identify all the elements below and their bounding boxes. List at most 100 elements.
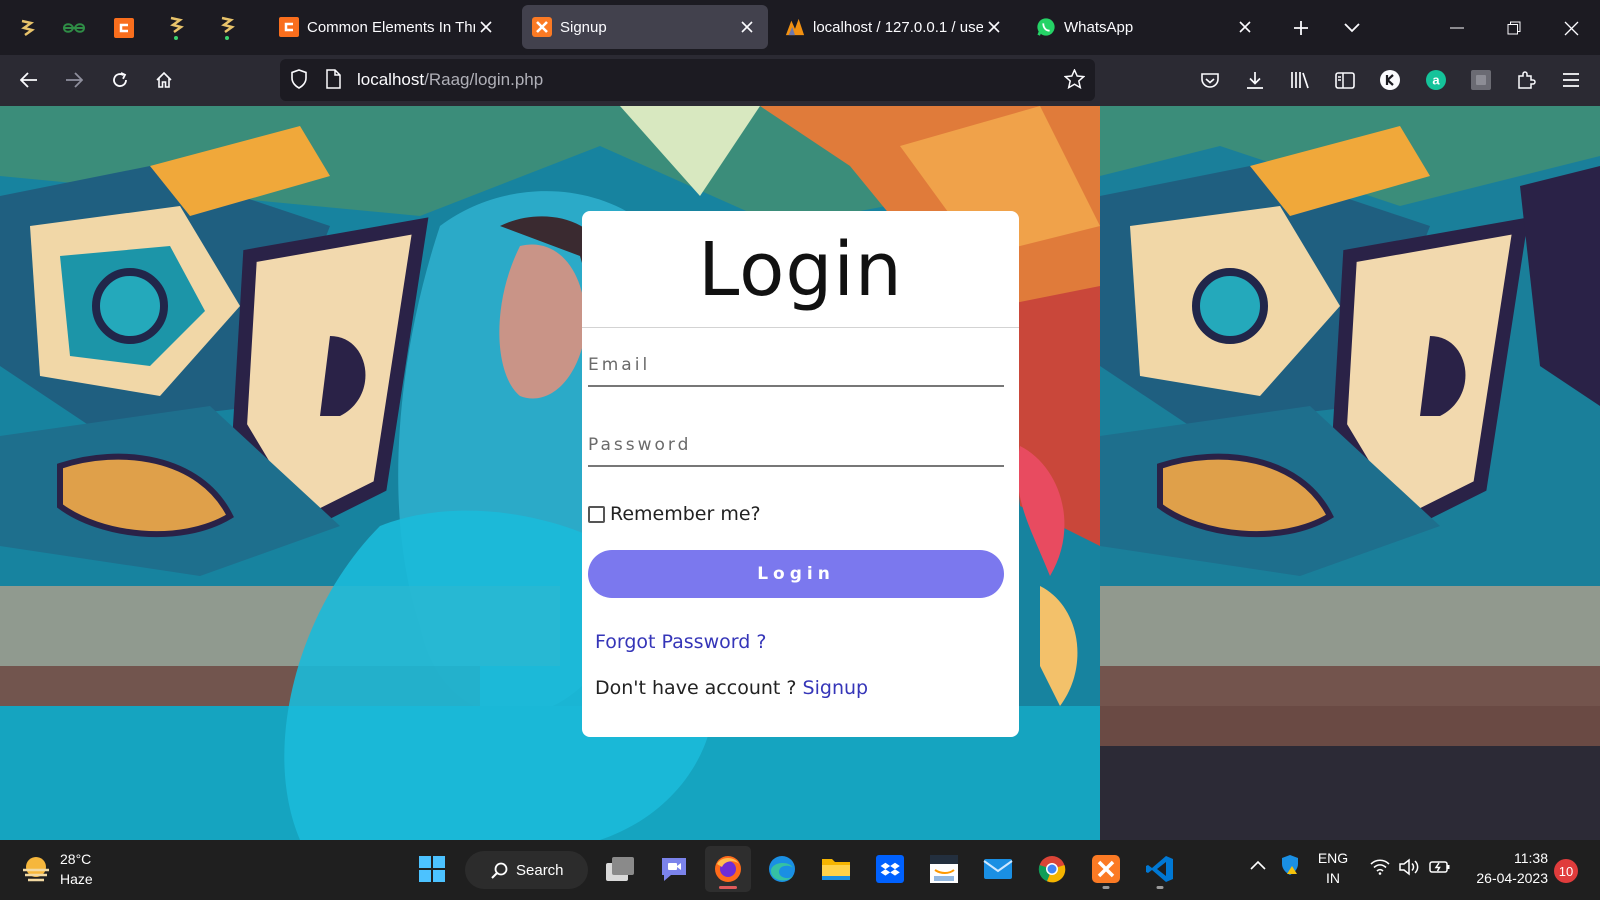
taskbar-vscode[interactable]	[1137, 846, 1183, 892]
password-input[interactable]	[588, 425, 1004, 467]
page-content: Login Remember me? Login Forgot Password…	[0, 106, 1600, 840]
taskbar-dropbox[interactable]	[867, 846, 913, 892]
close-tab-icon[interactable]	[475, 16, 497, 38]
active-indicator	[719, 886, 737, 889]
taskbar-search[interactable]: Search	[465, 851, 588, 889]
tab-title: Signup	[560, 18, 607, 36]
taskbar-chrome[interactable]	[1029, 846, 1075, 892]
restore-icon	[1507, 21, 1521, 35]
taskbar-file-explorer[interactable]	[813, 846, 859, 892]
extension-button[interactable]	[1462, 61, 1500, 99]
pinned-tab-gfg[interactable]	[56, 10, 92, 46]
windows-taskbar: 28°C Haze Search ENG IN 11:38 26-04-2023…	[0, 840, 1600, 900]
geeksforgeeks-logo-icon	[62, 23, 86, 33]
back-button[interactable]	[10, 61, 48, 99]
grammar-extension-button[interactable]: a	[1417, 61, 1455, 99]
haze-sun-icon	[23, 857, 49, 882]
close-tab-icon[interactable]	[1234, 16, 1256, 38]
login-button[interactable]: Login	[588, 550, 1004, 598]
library-button[interactable]	[1281, 61, 1319, 99]
folder-icon	[822, 859, 850, 880]
taskbar-firefox[interactable]	[705, 846, 751, 892]
security-shield-icon[interactable]	[1280, 854, 1300, 876]
home-button[interactable]	[145, 61, 183, 99]
close-icon	[1564, 21, 1578, 35]
tracking-protection-shield-icon[interactable]	[290, 69, 308, 89]
xampp-icon	[1092, 855, 1120, 883]
new-tab-button[interactable]	[1281, 8, 1321, 48]
email-input[interactable]	[588, 345, 1004, 387]
graffiti-background-image	[1100, 106, 1600, 840]
reload-button[interactable]	[101, 61, 139, 99]
a-extension-icon: a	[1426, 70, 1446, 90]
taskbar-mail[interactable]	[975, 846, 1021, 892]
k-avatar-icon	[1380, 70, 1400, 90]
running-indicator	[1102, 886, 1110, 889]
input-language-indicator[interactable]: ENG IN	[1316, 848, 1350, 888]
sidebar-icon	[1335, 71, 1355, 89]
bookmark-star-icon[interactable]	[1064, 69, 1085, 89]
taskbar-teams-chat[interactable]	[651, 846, 697, 892]
taskbar-task-view[interactable]	[597, 846, 643, 892]
amazon-icon	[930, 855, 958, 883]
url-text[interactable]: localhost/Raag/login.php	[357, 70, 543, 90]
close-tab-icon[interactable]	[736, 16, 758, 38]
pocket-button[interactable]	[1191, 61, 1229, 99]
restore-button[interactable]	[1494, 8, 1534, 48]
library-icon	[1291, 72, 1309, 89]
title-divider	[582, 327, 1019, 328]
volume-icon[interactable]	[1399, 858, 1421, 876]
battery-charging-icon[interactable]	[1429, 859, 1451, 875]
downloads-button[interactable]	[1236, 61, 1274, 99]
whatsapp-icon	[1036, 17, 1056, 37]
tab-strip: Common Elements In Three Signup localhos…	[0, 0, 1600, 55]
address-bar[interactable]: localhost/Raag/login.php	[280, 59, 1095, 101]
pinned-tab-codecademy[interactable]	[106, 10, 142, 46]
remember-me-checkbox[interactable]	[588, 505, 605, 523]
forgot-password-link[interactable]: Forgot Password ?	[595, 631, 766, 653]
close-tab-icon[interactable]	[983, 16, 1005, 38]
tab-whatsapp[interactable]: WhatsApp	[1026, 5, 1266, 49]
reload-icon	[113, 72, 127, 87]
system-clock[interactable]: 11:38 26-04-2023	[1466, 848, 1548, 888]
minimize-button[interactable]	[1437, 8, 1477, 48]
pinned-tab-geeksforgeeks-2[interactable]	[158, 10, 194, 46]
sidebar-button[interactable]	[1326, 61, 1364, 99]
account-extension-button[interactable]	[1371, 61, 1409, 99]
tab-phpmyadmin[interactable]: localhost / 127.0.0.1 / users	[775, 5, 1015, 49]
login-card: Login Remember me? Login Forgot Password…	[582, 211, 1019, 737]
show-hidden-icons-chevron-up-icon[interactable]	[1250, 860, 1266, 870]
geeksforgeeks-icon	[21, 19, 35, 37]
taskbar-amazon[interactable]	[921, 846, 967, 892]
app-menu-button[interactable]	[1552, 61, 1590, 99]
plus-icon	[1294, 21, 1308, 35]
remember-me[interactable]: Remember me?	[588, 503, 761, 525]
download-icon	[1247, 72, 1263, 89]
close-window-button[interactable]	[1551, 8, 1591, 48]
wifi-icon[interactable]	[1370, 859, 1390, 875]
list-all-tabs-button[interactable]	[1332, 8, 1372, 48]
pinned-tab-geeksforgeeks[interactable]	[9, 10, 45, 46]
phpmyadmin-icon	[785, 17, 805, 37]
region-code: IN	[1326, 870, 1340, 886]
pinned-tab-geeksforgeeks-3[interactable]	[209, 10, 245, 46]
language-code: ENG	[1317, 850, 1349, 866]
forward-button[interactable]	[55, 61, 93, 99]
taskbar-xampp[interactable]	[1083, 846, 1129, 892]
tab-title: localhost / 127.0.0.1 / users	[813, 18, 983, 36]
tab-common-elements[interactable]: Common Elements In Three	[269, 5, 507, 49]
start-button[interactable]	[409, 846, 455, 892]
codecademy-icon	[114, 18, 134, 38]
clock-time: 11:38	[1514, 850, 1548, 866]
page-info-icon[interactable]	[325, 69, 341, 89]
taskbar-edge[interactable]	[759, 846, 805, 892]
search-icon	[491, 862, 508, 879]
tab-signup[interactable]: Signup	[522, 5, 768, 49]
signup-link[interactable]: Signup	[803, 677, 869, 699]
home-icon	[156, 71, 172, 88]
url-host: localhost	[357, 70, 425, 89]
no-account-text: Don't have account ?	[595, 677, 797, 699]
extensions-menu-button[interactable]	[1507, 61, 1545, 99]
notification-badge[interactable]: 10	[1554, 859, 1578, 883]
weather-widget[interactable]: 28°C Haze	[20, 849, 93, 889]
